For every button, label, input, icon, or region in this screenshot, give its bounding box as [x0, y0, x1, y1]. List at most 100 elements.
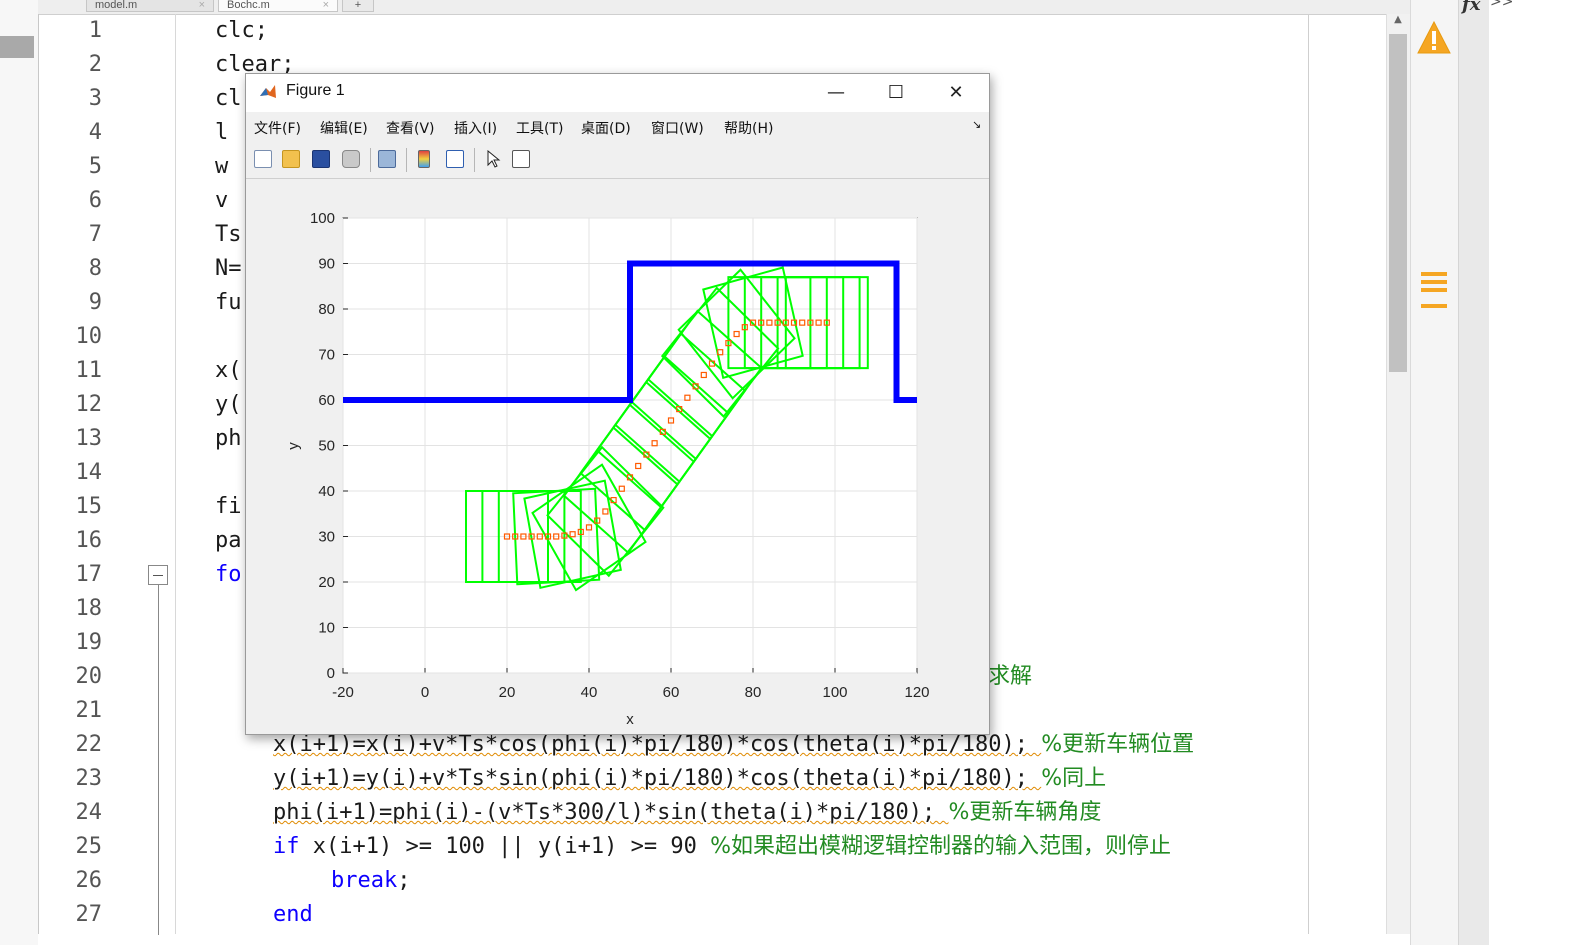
line-number[interactable]: 24 — [40, 796, 103, 830]
line-number[interactable]: 15 — [40, 490, 103, 524]
close-icon[interactable]: × — [199, 0, 205, 11]
y-tick-label: 40 — [318, 483, 335, 500]
line-number[interactable]: 8 — [40, 252, 102, 286]
legend-icon[interactable] — [446, 150, 464, 168]
line-number[interactable]: 17 — [40, 558, 103, 592]
line-number[interactable]: 14 — [40, 456, 103, 490]
code-line-12[interactable]: y( — [215, 388, 242, 422]
code-line-7[interactable]: Ts — [215, 218, 242, 252]
y-tick-label: 10 — [318, 620, 335, 637]
close-icon[interactable]: × — [323, 0, 329, 11]
code-line-13[interactable]: ph — [215, 422, 242, 456]
line-number[interactable]: 3 — [40, 82, 102, 116]
code-text: x(i+1) >= 100 || y(i+1) >= 90 — [299, 834, 711, 859]
open-icon[interactable] — [282, 150, 300, 168]
scrollbar-thumb[interactable] — [1389, 34, 1407, 372]
code-analyzer-panel — [1410, 0, 1459, 945]
code-line-26[interactable]: break; — [331, 864, 410, 898]
menu-desktop[interactable]: 桌面(D) — [581, 118, 631, 138]
code-line-23[interactable]: y(i+1)=y(i)+v*Ts*sin(phi(i)*pi/180)*cos(… — [273, 762, 1106, 796]
y-tick-label: 100 — [310, 210, 335, 227]
tab-bochc[interactable]: Bochc.m × — [218, 0, 338, 12]
code-line-16[interactable]: pa — [215, 524, 242, 558]
y-tick-label: 0 — [327, 665, 335, 682]
line-number[interactable]: 10 — [40, 320, 103, 354]
line-number[interactable]: 19 — [40, 626, 103, 660]
code-line-25[interactable]: if x(i+1) >= 100 || y(i+1) >= 90 %如果超出模糊… — [273, 830, 1171, 864]
code-text: ; — [397, 868, 411, 893]
left-panel-marker[interactable] — [0, 36, 34, 58]
line-number[interactable]: 23 — [40, 762, 103, 796]
line-number[interactable]: 9 — [40, 286, 102, 320]
line-number[interactable]: 21 — [40, 694, 103, 728]
code-comment: %同上 — [1041, 766, 1107, 791]
line-number[interactable]: 25 — [40, 830, 103, 864]
line-number[interactable]: 27 — [40, 898, 103, 932]
tab-model[interactable]: model.m × — [86, 0, 214, 12]
pointer-icon[interactable] — [484, 150, 502, 168]
matlab-logo-icon — [260, 85, 276, 98]
code-line-9[interactable]: fu — [215, 286, 242, 320]
toolbar-separator — [474, 148, 475, 172]
maximize-button[interactable]: ☐ — [874, 78, 918, 108]
line-number[interactable]: 11 — [40, 354, 103, 388]
menu-insert[interactable]: 插入(I) — [454, 118, 497, 138]
code-line-27[interactable]: end — [273, 898, 313, 932]
menu-file[interactable]: 文件(F) — [254, 118, 301, 138]
code-text: x(i+1)=x(i)+v*Ts*cos(phi(i)*pi/180)*cos(… — [273, 732, 1042, 757]
line-number[interactable]: 20 — [40, 660, 103, 694]
code-line-1[interactable]: clc; — [215, 14, 268, 48]
figure-titlebar[interactable]: Figure 1 — ☐ ✕ — [246, 74, 989, 112]
menu-edit[interactable]: 编辑(E) — [320, 118, 368, 138]
new-icon[interactable] — [254, 150, 272, 168]
left-panel-strip — [0, 0, 38, 945]
propertyeditor-icon[interactable] — [512, 150, 530, 168]
code-line-24[interactable]: phi(i+1)=phi(i)-(v*Ts*300/l)*sin(theta(i… — [273, 796, 1101, 830]
toolbar-separator — [406, 148, 407, 172]
x-tick-labels: -20 0 20 40 60 80 100 120 — [332, 684, 929, 701]
line-number[interactable]: 18 — [40, 592, 103, 626]
dock-arrow-icon[interactable]: ↘ — [972, 118, 981, 131]
line-number[interactable]: 2 — [40, 48, 102, 82]
code-line-3[interactable]: cl — [215, 82, 242, 116]
code-line-8[interactable]: N= — [215, 252, 242, 286]
code-line-15[interactable]: fi — [215, 490, 242, 524]
menu-window[interactable]: 窗口(W) — [651, 118, 704, 138]
line-number[interactable]: 5 — [40, 150, 102, 184]
tab-label: Bochc.m — [227, 0, 270, 11]
line-number[interactable]: 7 — [40, 218, 102, 252]
close-button[interactable]: ✕ — [934, 78, 978, 108]
line-number[interactable]: 4 — [40, 116, 102, 150]
warning-icon[interactable] — [1416, 20, 1452, 56]
line-number[interactable]: 22 — [40, 728, 103, 762]
link-icon[interactable] — [378, 150, 396, 168]
minimize-button[interactable]: — — [814, 78, 858, 108]
print-icon[interactable] — [342, 150, 360, 168]
y-tick-label: 20 — [318, 574, 335, 591]
figure-window[interactable]: Figure 1 — ☐ ✕ 文件(F) 编辑(E) 查看(V) 插入(I) 工… — [245, 73, 990, 735]
menu-help[interactable]: 帮助(H) — [724, 118, 773, 138]
line-number[interactable]: 16 — [40, 524, 103, 558]
code-comment: %如果超出模糊逻辑控制器的输入范围，则停止 — [710, 834, 1172, 859]
code-line-5[interactable]: w — [215, 150, 228, 184]
menu-view[interactable]: 查看(V) — [386, 118, 435, 138]
colorbar-icon[interactable] — [418, 150, 430, 168]
menu-tools[interactable]: 工具(T) — [516, 118, 563, 138]
plot-area[interactable]: -20 0 20 40 60 80 100 120 0 10 20 30 40 50 60 70 80 90 10… — [246, 178, 989, 734]
add-tab-button[interactable]: + — [342, 0, 374, 12]
save-icon[interactable] — [312, 150, 330, 168]
line-number[interactable]: 13 — [40, 422, 103, 456]
code-line-6[interactable]: v — [215, 184, 228, 218]
line-number[interactable]: 1 — [40, 14, 102, 48]
line-number[interactable]: 12 — [40, 388, 103, 422]
scroll-up-arrow-icon[interactable]: ▲ — [1386, 14, 1410, 30]
fold-toggle-icon[interactable] — [148, 565, 168, 585]
line-number[interactable]: 26 — [40, 864, 103, 898]
function-browser-icon[interactable]: fx — [1462, 0, 1480, 15]
line-number[interactable]: 6 — [40, 184, 102, 218]
code-line-17[interactable]: fo — [215, 558, 242, 592]
code-line-4[interactable]: l — [215, 116, 228, 150]
code-line-11[interactable]: x( — [215, 354, 242, 388]
list-icon[interactable] — [1419, 270, 1449, 312]
figure-menubar: 文件(F) 编辑(E) 查看(V) 插入(I) 工具(T) 桌面(D) 窗口(W… — [246, 112, 989, 142]
